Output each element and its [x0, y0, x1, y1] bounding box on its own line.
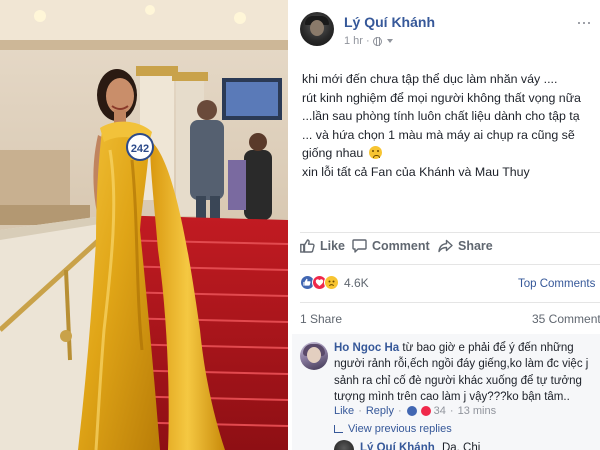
share-count[interactable]: 1 Share: [300, 312, 342, 326]
meta-dot: ·: [365, 35, 370, 47]
post-text-line: xin lỗi tất cả Fan của Khánh và Mau Thuy: [302, 164, 530, 179]
comment-text-line: tượng mình trên cao làm j vậy???ko bận t…: [334, 391, 570, 404]
top-comments-label: Top Comments: [518, 278, 596, 290]
reply-arrow-icon: [334, 425, 343, 433]
separator-dot: ·: [449, 405, 454, 417]
separator-dot: ·: [397, 405, 402, 417]
view-previous-replies-label: View previous replies: [348, 423, 452, 435]
avatar-face-shape: [307, 347, 321, 363]
comment-reaction-count[interactable]: 34: [434, 405, 446, 417]
post-meta: 1 hr ·: [344, 35, 393, 47]
comment-first-line: Ho Ngoc Ha từ bao giờ e phải để ý đến nh…: [334, 340, 596, 356]
comment-button[interactable]: Comment: [352, 239, 430, 253]
reply-text: Dạ. Chị: [441, 442, 481, 450]
globe-icon[interactable]: [372, 36, 382, 46]
contestant-badge-number: 242: [131, 143, 149, 155]
top-comments-dropdown[interactable]: Top Comments: [518, 278, 600, 290]
post-text-line: khi mới đến chưa tập thể dục làm nhăn vá…: [302, 72, 558, 86]
like-reaction-icon: [405, 405, 418, 417]
reply-author-name[interactable]: Lý Quí Khánh: [360, 442, 435, 450]
like-button[interactable]: Like: [300, 239, 345, 253]
comment-actions: Like · Reply · 34 · 13 mins: [334, 405, 496, 417]
author-avatar[interactable]: [300, 12, 334, 46]
share-button[interactable]: Share: [438, 239, 493, 253]
post-author-name[interactable]: Lý Quí Khánh: [344, 14, 435, 30]
comment-text: Ho Ngoc Ha từ bao giờ e phải để ý đến nh…: [334, 340, 596, 406]
view-previous-replies-link[interactable]: View previous replies: [334, 423, 452, 435]
facebook-post: Lý Quí Khánh 1 hr · ··· khi mới đến chưa…: [292, 0, 600, 450]
comments-section: Ho Ngoc Ha từ bao giờ e phải để ý đến nh…: [292, 334, 600, 450]
more-options-icon[interactable]: ···: [576, 12, 592, 33]
divider-line: [300, 232, 600, 233]
sad-reaction-icon: [324, 275, 339, 290]
chevron-down-icon[interactable]: [386, 39, 393, 43]
post-text-line-with-emoji: giống nhau: [302, 144, 598, 163]
divider-line: [300, 264, 600, 265]
post-body-text: khi mới đến chưa tập thể dục làm nhăn vá…: [302, 70, 598, 181]
post-time[interactable]: 1 hr: [344, 35, 363, 47]
event-photo-illustration: 242: [0, 0, 288, 450]
reply-author-avatar[interactable]: [334, 440, 354, 450]
post-action-bar: Like Comment Share: [292, 236, 600, 258]
reply-preview: Lý Quí Khánh Dạ. Chị: [360, 442, 480, 450]
separator-dot: ·: [358, 405, 362, 417]
comment-reply-link[interactable]: Reply: [366, 405, 394, 417]
post-text-line: ...lần sau phòng tính luôn chất liệu dàn…: [302, 109, 580, 123]
share-arrow-icon: [438, 239, 453, 253]
comment-text-line: từ bao giờ e phải để ý đến những: [402, 342, 574, 354]
post-text-line: ... và hứa chọn 1 màu mà máy ai chụp ra …: [302, 127, 575, 142]
commenter-name[interactable]: Ho Ngoc Ha: [334, 342, 399, 354]
sad-face-emoji-icon: [368, 146, 382, 159]
event-photo: 242: [0, 0, 288, 450]
comment-like-link[interactable]: Like: [334, 405, 354, 417]
comment-text-line: sảnh ra chỉ cố đè người khác xuống để tự…: [334, 374, 582, 387]
commenter-avatar[interactable]: [300, 342, 328, 370]
love-reaction-icon: [419, 405, 432, 417]
comment-count[interactable]: 35 Comments: [532, 312, 600, 326]
divider-line: [300, 302, 600, 303]
comment-text-line: người rảnh rỗi,ếch ngồi đáy giếng,ko làm…: [334, 358, 589, 371]
post-text-line: giống nhau: [302, 146, 364, 160]
like-label: Like: [320, 239, 346, 253]
reaction-count[interactable]: 4.6K: [344, 276, 369, 290]
reaction-summary[interactable]: 4.6K: [300, 275, 369, 290]
comment-time[interactable]: 13 mins: [458, 405, 497, 417]
thumbs-up-icon: [300, 239, 315, 253]
post-text-line: rút kinh nghiệm để mọi người không thất …: [302, 90, 581, 105]
comment-bubble-icon: [352, 239, 367, 253]
avatar-face-shape: [310, 20, 324, 36]
share-label: Share: [458, 239, 493, 253]
comment-label: Comment: [372, 239, 430, 253]
